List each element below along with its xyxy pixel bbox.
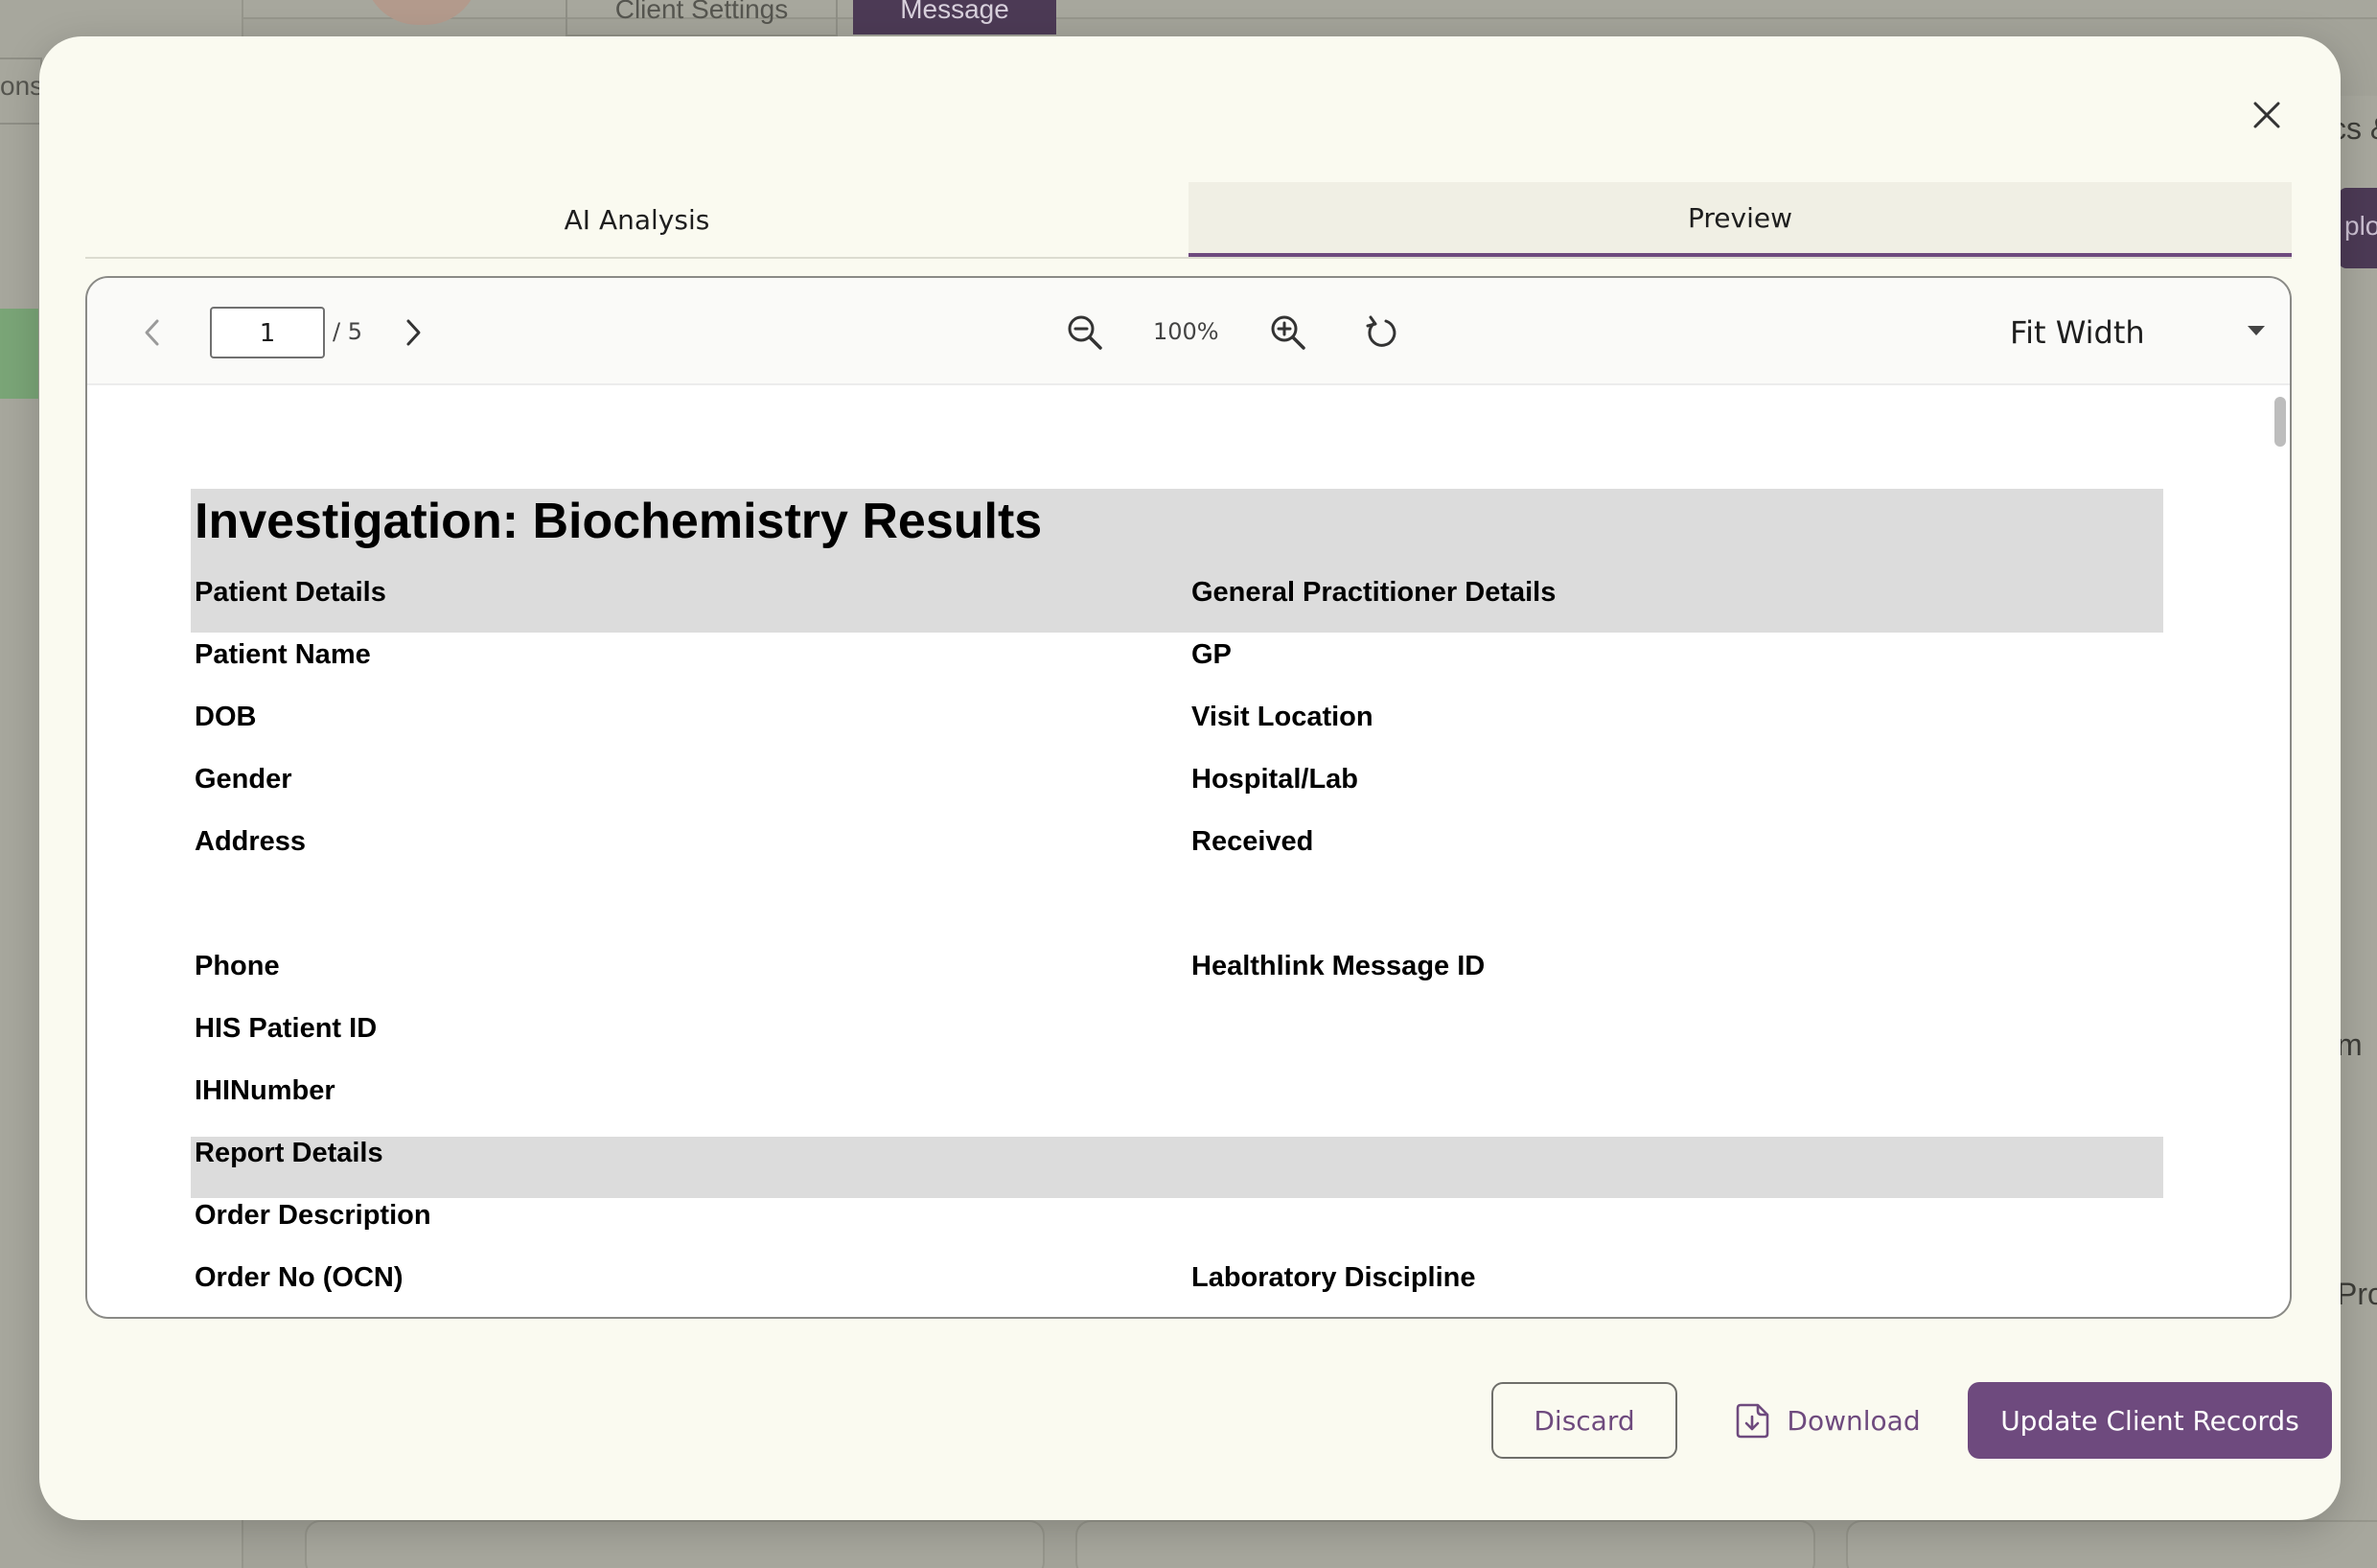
background-topbar: [243, 0, 2377, 19]
field-received: Received: [1191, 826, 1314, 857]
chevron-right-icon: [406, 319, 421, 346]
download-button[interactable]: Download: [1713, 1382, 1943, 1459]
tab-ai-analysis[interactable]: AI Analysis: [85, 182, 1188, 257]
field-hospital-lab: Hospital/Lab: [1191, 764, 1359, 795]
update-client-records-button[interactable]: Update Client Records: [1968, 1382, 2332, 1459]
background-card: [1075, 1520, 1815, 1568]
field-order-description: Order Description: [195, 1200, 431, 1231]
rotate-icon: [1366, 315, 1396, 347]
background-right-text: m: [2337, 1027, 2363, 1062]
patient-details-heading: Patient Details: [195, 577, 386, 608]
background-right-button: plo: [2339, 188, 2377, 268]
modal-tabs: AI Analysis Preview: [85, 182, 2292, 259]
next-page-button[interactable]: [392, 309, 434, 357]
tab-preview[interactable]: Preview: [1188, 182, 2292, 257]
discard-button[interactable]: Discard: [1491, 1382, 1677, 1459]
close-icon: [2253, 102, 2280, 128]
background-tab-message: Message: [853, 0, 1056, 35]
field-address: Address: [195, 826, 307, 857]
field-order-no: Order No (OCN): [195, 1262, 404, 1293]
page-total: / 5: [333, 318, 362, 345]
viewer-toolbar: 1 / 5 100% Fit Width: [87, 278, 2290, 385]
zoom-in-icon: [1271, 315, 1305, 350]
document-modal: AI Analysis Preview 1 / 5 100% Fit Width…: [39, 36, 2341, 1520]
field-healthlink-message-id: Healthlink Message ID: [1191, 951, 1486, 981]
background-tab-client-settings: Client Settings: [565, 0, 838, 36]
field-ihi-number: IHINumber: [195, 1075, 335, 1106]
zoom-in-button[interactable]: [1262, 307, 1314, 358]
zoom-level: 100%: [1153, 318, 1219, 345]
background-sidebar-tab: ons: [0, 58, 42, 125]
field-gp: GP: [1191, 639, 1232, 670]
document-title: Investigation: Biochemistry Results: [195, 494, 1043, 549]
report-details-band: [191, 1137, 2163, 1198]
gp-details-heading: General Practitioner Details: [1191, 577, 1557, 608]
report-details-heading: Report Details: [195, 1138, 383, 1168]
fit-mode-label: Fit Width: [2010, 314, 2145, 351]
vertical-scrollbar[interactable]: [2274, 397, 2286, 447]
background-card: [1846, 1520, 2377, 1568]
zoom-out-icon: [1068, 315, 1102, 350]
field-dob: DOB: [195, 702, 257, 732]
field-laboratory-discipline: Laboratory Discipline: [1191, 1262, 1476, 1293]
download-file-icon: [1737, 1403, 1769, 1439]
field-patient-name: Patient Name: [195, 639, 371, 670]
field-his-patient-id: HIS Patient ID: [195, 1013, 378, 1044]
background-sidebar-highlight: [0, 309, 38, 399]
zoom-out-button[interactable]: [1059, 307, 1111, 358]
rotate-button[interactable]: [1356, 307, 1408, 358]
previous-page-button[interactable]: [131, 309, 173, 357]
background-card: [305, 1520, 1045, 1568]
pdf-viewer: 1 / 5 100% Fit Width Investigation: Bioc…: [85, 276, 2292, 1319]
caret-down-icon: [2248, 326, 2265, 335]
chevron-left-icon: [145, 319, 159, 346]
background-right-text: Pro: [2337, 1277, 2377, 1311]
field-visit-location: Visit Location: [1191, 702, 1373, 732]
document-page[interactable]: Investigation: Biochemistry Results Pati…: [87, 387, 2290, 1317]
field-gender: Gender: [195, 764, 292, 795]
field-phone: Phone: [195, 951, 280, 981]
close-button[interactable]: [2236, 84, 2297, 146]
page-number-input[interactable]: 1: [210, 307, 325, 358]
download-label: Download: [1787, 1404, 1921, 1437]
fit-mode-select[interactable]: Fit Width: [2010, 303, 2278, 360]
